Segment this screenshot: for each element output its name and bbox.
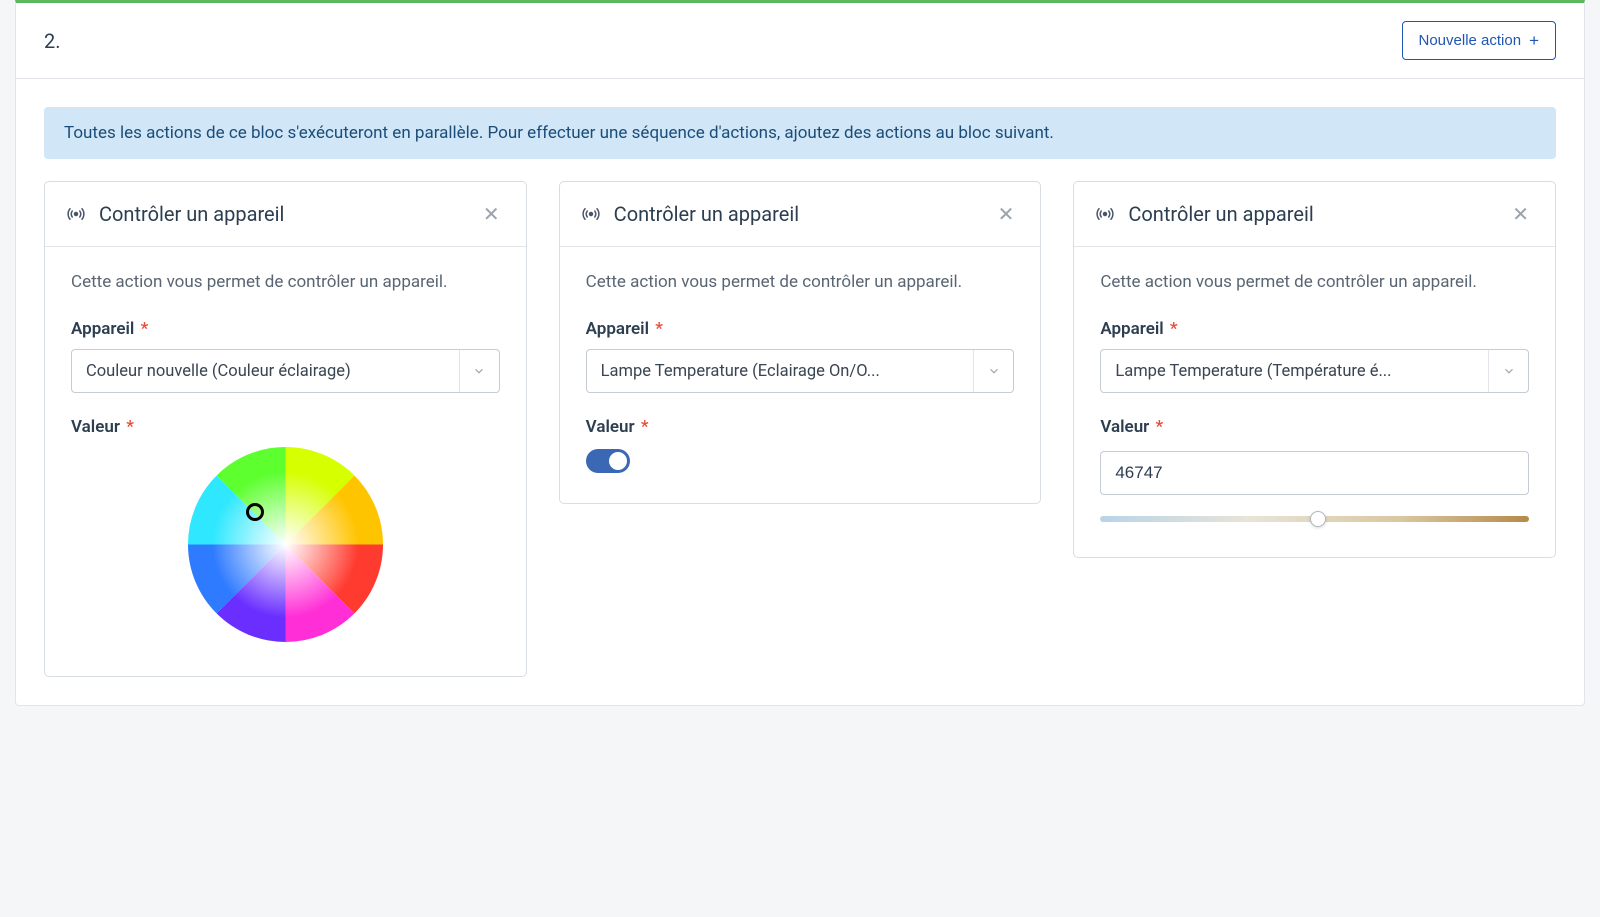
chevron-down-icon [973,350,1013,392]
step-number: 2. [44,29,61,53]
action-card: Contrôler un appareil ✕ Cette action vou… [44,181,527,677]
select-value: Couleur nouvelle (Couleur éclairage) [72,362,459,381]
card-description: Cette action vous permet de contrôler un… [586,269,1015,295]
value-input[interactable] [1100,451,1529,495]
cards-row: Contrôler un appareil ✕ Cette action vou… [44,181,1556,677]
select-value: Lampe Temperature (Température é... [1101,362,1488,381]
temperature-slider[interactable] [1100,511,1529,527]
card-header: Contrôler un appareil ✕ [1074,182,1555,247]
chevron-down-icon [1488,350,1528,392]
select-value: Lampe Temperature (Eclairage On/O... [587,362,974,381]
action-card: Contrôler un appareil ✕ Cette action vou… [559,181,1042,504]
card-header: Contrôler un appareil ✕ [560,182,1041,247]
device-label: Appareil * [1100,319,1529,339]
value-label: Valeur * [586,417,1015,437]
card-description: Cette action vous permet de contrôler un… [71,269,500,295]
info-banner: Toutes les actions de ce bloc s'exécuter… [44,107,1556,159]
slider-thumb[interactable] [1310,511,1326,527]
card-header: Contrôler un appareil ✕ [45,182,526,247]
broadcast-icon [1096,205,1114,223]
card-title: Contrôler un appareil [99,202,284,226]
required-marker: * [637,417,649,437]
value-label: Valeur * [1100,417,1529,437]
broadcast-icon [582,205,600,223]
device-label: Appareil * [71,319,500,339]
new-action-button[interactable]: Nouvelle action + [1402,21,1557,60]
required-marker: * [1151,417,1163,437]
action-block-container: 2. Nouvelle action + Toutes les actions … [15,0,1585,706]
device-select[interactable]: Lampe Temperature (Température é... [1100,349,1529,393]
color-wheel-wrap [71,447,500,646]
device-label: Appareil * [586,319,1015,339]
close-icon[interactable]: ✕ [1508,200,1533,228]
toggle-switch[interactable] [586,449,630,473]
required-marker: * [122,417,134,437]
card-title-wrap: Contrôler un appareil [1096,202,1313,226]
close-icon[interactable]: ✕ [994,200,1019,228]
required-marker: * [1166,319,1178,339]
card-body: Cette action vous permet de contrôler un… [1074,247,1555,557]
device-select[interactable]: Couleur nouvelle (Couleur éclairage) [71,349,500,393]
card-body: Cette action vous permet de contrôler un… [560,247,1041,503]
broadcast-icon [67,205,85,223]
block-header: 2. Nouvelle action + [16,3,1584,79]
card-title: Contrôler un appareil [614,202,799,226]
value-label: Valeur * [71,417,500,437]
action-card: Contrôler un appareil ✕ Cette action vou… [1073,181,1556,558]
close-icon[interactable]: ✕ [479,200,504,228]
card-title: Contrôler un appareil [1128,202,1313,226]
required-marker: * [136,319,148,339]
color-wheel[interactable] [188,447,383,646]
card-title-wrap: Contrôler un appareil [67,202,284,226]
toggle-knob [609,452,627,470]
required-marker: * [651,319,663,339]
plus-icon: + [1529,32,1539,49]
card-description: Cette action vous permet de contrôler un… [1100,269,1529,295]
new-action-label: Nouvelle action [1419,32,1522,49]
block-content: Toutes les actions de ce bloc s'exécuter… [16,79,1584,705]
device-select[interactable]: Lampe Temperature (Eclairage On/O... [586,349,1015,393]
card-title-wrap: Contrôler un appareil [582,202,799,226]
card-body: Cette action vous permet de contrôler un… [45,247,526,676]
chevron-down-icon [459,350,499,392]
